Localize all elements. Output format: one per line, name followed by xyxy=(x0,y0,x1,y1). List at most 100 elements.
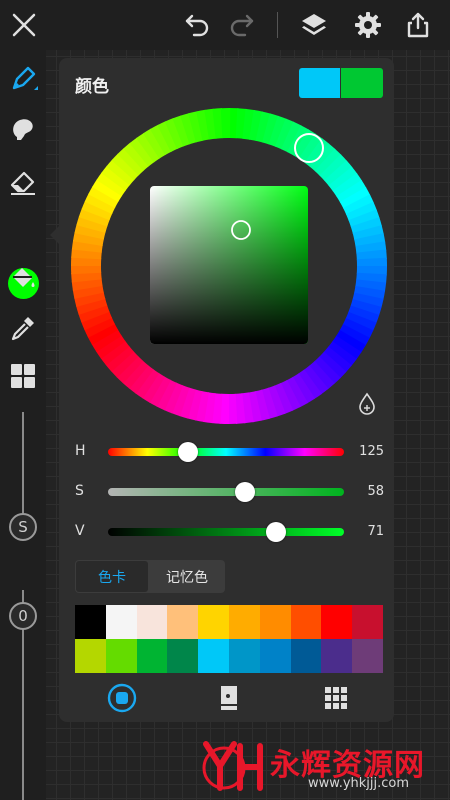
palette-swatch[interactable] xyxy=(229,639,260,673)
hue-ring-segment xyxy=(261,387,278,419)
hue-ring-segment xyxy=(150,124,172,156)
hue-ring-segment xyxy=(318,351,347,379)
hue-ring-segment xyxy=(117,147,145,176)
hue-ring-segment xyxy=(71,248,102,260)
palette-swatch[interactable] xyxy=(75,639,106,673)
saturation-slider-thumb[interactable] xyxy=(235,482,255,502)
tab-swatches[interactable]: 色卡 xyxy=(76,561,148,592)
hue-ring-segment xyxy=(339,187,371,209)
color-wheel[interactable] xyxy=(0,0,450,800)
palette-swatch[interactable] xyxy=(136,639,168,673)
hue-ring-segment xyxy=(142,128,166,159)
hue-ring-segment xyxy=(298,133,323,164)
hue-ring-segment xyxy=(76,298,108,315)
tab-recent-colors[interactable]: 记忆色 xyxy=(150,561,224,592)
hue-ring-segment xyxy=(280,380,301,411)
palette-swatch[interactable] xyxy=(259,639,291,673)
hue-label: H xyxy=(75,443,86,459)
hue-ring-segment xyxy=(324,160,353,187)
hue-ring-segment xyxy=(148,376,171,407)
hue-ring-segment xyxy=(273,382,294,414)
hue-ring-segment xyxy=(71,240,103,253)
droplet-add-icon[interactable] xyxy=(359,392,375,415)
hue-ring-segment xyxy=(254,389,270,421)
hue-ring-segment xyxy=(101,165,131,191)
hue-ring-segment xyxy=(204,108,217,140)
hue-ring-segment xyxy=(178,387,196,419)
palette-swatch[interactable] xyxy=(259,605,291,639)
hue-slider-thumb[interactable] xyxy=(178,442,198,462)
hue-ring-segment xyxy=(241,392,254,424)
hue-ring-segment xyxy=(212,108,224,139)
hue-ring-segment xyxy=(327,341,357,367)
hue-ring-segment xyxy=(335,329,366,354)
hue-ring-segment xyxy=(336,179,367,203)
wheel-mode-icon[interactable] xyxy=(106,682,138,714)
palette-swatch[interactable] xyxy=(229,605,260,639)
palette-swatch[interactable] xyxy=(136,605,168,639)
hue-ring-segment xyxy=(78,208,110,227)
hue-ring-segment xyxy=(356,249,387,261)
hue-ring-segment xyxy=(255,111,272,143)
palette-swatch[interactable] xyxy=(352,639,384,673)
hue-ring-segment xyxy=(188,111,204,143)
palette-swatch[interactable] xyxy=(290,605,322,639)
hue-ring-segment xyxy=(352,225,384,241)
hue-ring-segment xyxy=(164,118,185,150)
hue-ring-segment xyxy=(355,241,387,254)
hue-ring-segment xyxy=(71,278,103,291)
hue-ring-segment xyxy=(211,393,223,424)
hue-ring-segment xyxy=(234,393,246,424)
palette-swatch[interactable] xyxy=(321,639,353,673)
hue-ring-segment xyxy=(78,304,110,323)
hue-ring-segment xyxy=(76,215,108,233)
hue-ring-segment xyxy=(157,121,178,152)
hue-ring-segment xyxy=(84,317,115,338)
palette-swatch[interactable] xyxy=(352,605,384,639)
palette-swatch[interactable] xyxy=(290,639,322,673)
palette-swatch[interactable] xyxy=(321,605,353,639)
hue-ring-segment xyxy=(74,223,106,240)
hue-ring-segment xyxy=(303,365,329,395)
hue-ring-segment xyxy=(342,317,374,339)
hue-ring-segment xyxy=(72,284,104,299)
palette-swatch[interactable] xyxy=(75,605,106,639)
hue-ring-segment xyxy=(74,291,106,307)
palette-swatch[interactable] xyxy=(198,605,230,639)
palette-swatch[interactable] xyxy=(167,605,199,639)
value-value: 71 xyxy=(367,524,384,539)
hue-ring-segment xyxy=(87,323,119,345)
hue-ring-segment xyxy=(292,129,317,160)
hue-ring-segment xyxy=(267,385,286,417)
hue-ring-segment xyxy=(247,391,262,423)
hue-ring-segment xyxy=(248,109,264,142)
hue-ring-segment xyxy=(350,217,382,234)
saturation-slider[interactable] xyxy=(108,488,344,496)
hue-ring-segment xyxy=(353,285,386,301)
palette-swatch[interactable] xyxy=(105,605,137,639)
hue-ring-segment xyxy=(71,271,102,283)
palette-swatch[interactable] xyxy=(198,639,230,673)
value-slider[interactable] xyxy=(108,528,344,536)
hue-ring-segment xyxy=(323,346,352,373)
hue-ring-segment xyxy=(129,137,155,167)
hue-ring-segment xyxy=(136,132,161,163)
hue-slider[interactable] xyxy=(108,448,344,456)
hue-ring-segment xyxy=(242,108,255,140)
hue-ring-segment xyxy=(196,109,211,141)
palette-swatch[interactable] xyxy=(105,639,137,673)
card-mode-icon[interactable] xyxy=(213,682,245,714)
palette-grid-icon[interactable] xyxy=(320,682,352,714)
hue-ring-segment xyxy=(100,340,130,366)
hue-ring-segment xyxy=(292,373,316,404)
hue-ring-segment xyxy=(96,172,127,197)
saturation-label: S xyxy=(75,483,84,499)
hue-ring-segment xyxy=(343,194,374,215)
hue-ring-segment xyxy=(313,356,341,385)
value-slider-thumb[interactable] xyxy=(266,522,286,542)
hue-ring-segment xyxy=(348,305,380,324)
hue-ring-segment xyxy=(186,389,203,421)
palette-swatch[interactable] xyxy=(167,639,199,673)
hue-ring-segment xyxy=(135,368,160,399)
hue-ring-segment xyxy=(332,173,363,198)
